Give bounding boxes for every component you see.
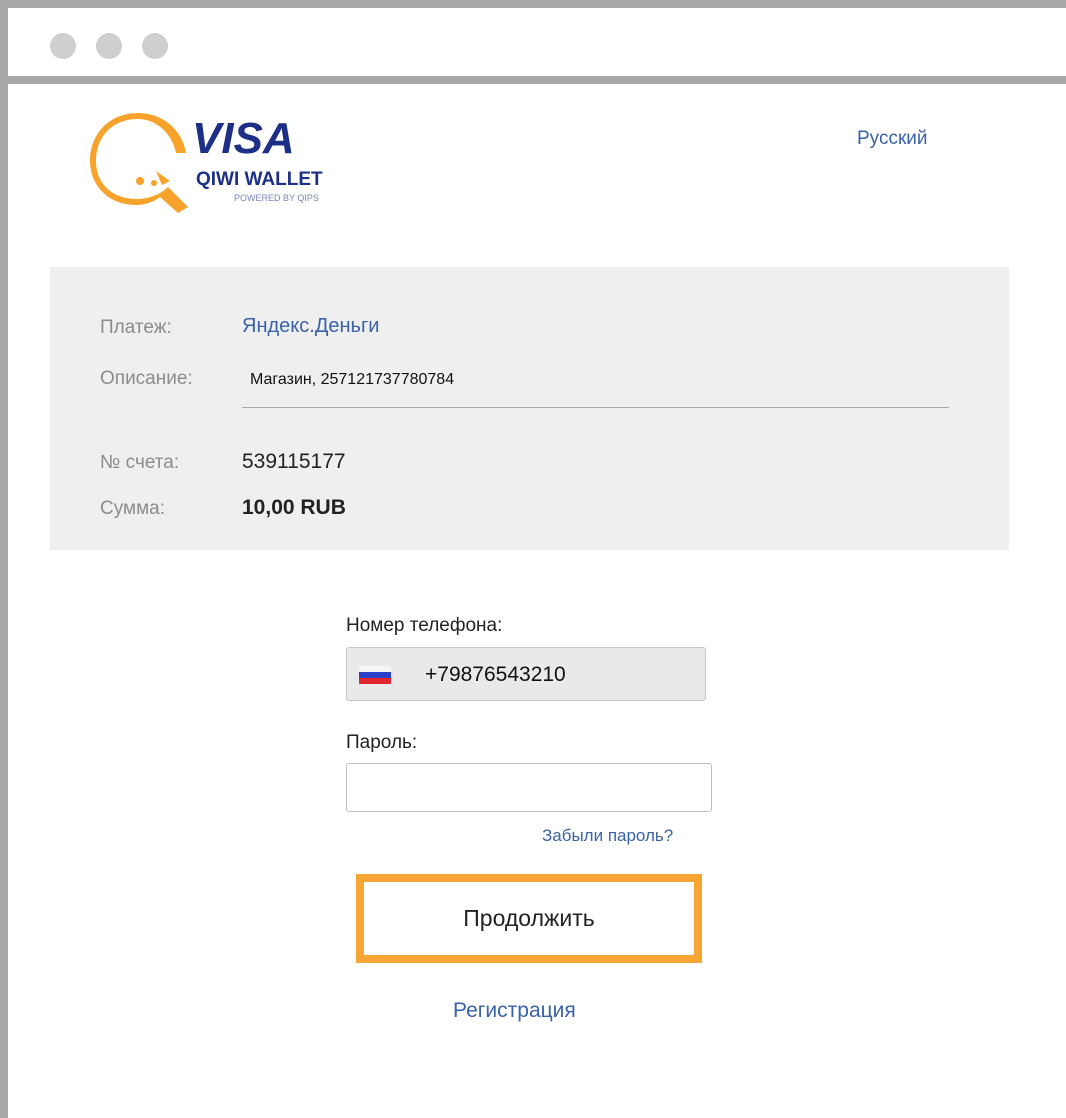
account-number-value: 539115177 [242,450,346,473]
description-value: Магазин, 257121737780784 [250,371,455,388]
panel-divider [242,407,949,408]
qiwi-q-icon [90,113,188,213]
payment-info-panel: Платеж: Яндекс.Деньги Описание: Магазин,… [50,267,1009,550]
payment-recipient-link[interactable]: Яндекс.Деньги [242,315,379,337]
account-label: № счета: [100,452,180,473]
powered-by-text: POWERED BY QIPS [234,193,319,203]
description-label: Описание: [100,368,193,389]
window-control-dot[interactable] [50,33,76,59]
amount-value: 10,00 RUB [242,496,346,519]
forgot-password-link[interactable]: Забыли пароль? [542,826,673,846]
continue-button[interactable]: Продолжить [356,874,702,963]
register-link[interactable]: Регистрация [453,999,576,1023]
window-control-dot[interactable] [96,33,122,59]
phone-label: Номер телефона: [346,615,503,636]
qiwi-visa-logo: VISA QIWI WALLET POWERED BY QIPS [90,113,323,213]
password-label: Пароль: [346,732,418,753]
qiwi-wallet-wordmark: QIWI WALLET [196,169,323,190]
payment-label: Платеж: [100,317,172,338]
russia-flag-icon[interactable] [359,666,391,684]
phone-value[interactable]: +79876543210 [425,663,566,687]
window-titlebar [8,8,1066,84]
window-control-dot[interactable] [142,33,168,59]
phone-field[interactable]: +79876543210 [346,647,706,701]
language-link[interactable]: Русский [857,128,928,150]
amount-label: Сумма: [100,498,165,519]
password-input[interactable] [346,763,712,812]
visa-wordmark: VISA [192,114,295,163]
